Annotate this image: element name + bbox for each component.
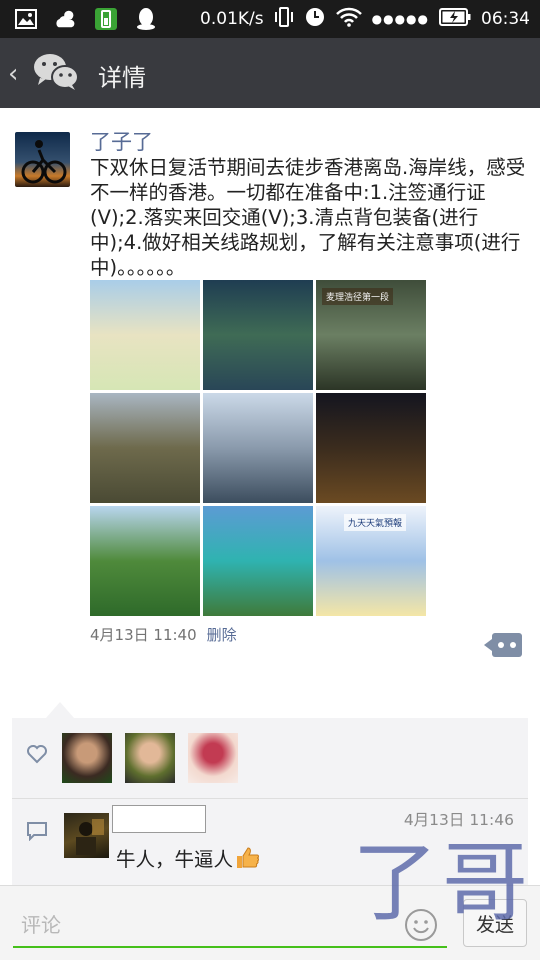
commenter-avatar[interactable] <box>64 813 109 858</box>
photo-trail-sign[interactable]: 麦理浩径第一段 <box>316 280 426 390</box>
battery-app-icon <box>94 7 118 31</box>
comment-time: 4月13日 11:46 <box>403 811 514 829</box>
commenter-name[interactable] <box>112 805 206 833</box>
status-time: 06:34 <box>481 9 530 29</box>
chevron-left-icon: ‹ <box>8 59 19 89</box>
like-avatar-2[interactable] <box>125 733 175 783</box>
comment-text: 牛人，牛逼人 <box>116 843 261 872</box>
photo-weather-forecast[interactable]: 九天天氣預報 <box>316 506 426 616</box>
comment-menu-button[interactable] <box>484 633 522 657</box>
thumbs-up-icon <box>235 845 261 871</box>
watermark-text: 了哥 <box>352 833 532 933</box>
photo-mountain-ridge[interactable] <box>90 393 200 503</box>
like-avatar-3[interactable] <box>188 733 238 783</box>
alarm-icon <box>304 6 326 33</box>
feedback-arrow <box>46 702 74 718</box>
comment-bubble-icon <box>26 821 48 842</box>
photo-camping-tents[interactable] <box>90 506 200 616</box>
heart-icon <box>26 744 48 764</box>
battery-charging-icon <box>439 7 471 31</box>
wifi-icon <box>335 7 362 32</box>
qq-icon <box>134 7 158 31</box>
cloud-sun-icon <box>54 7 78 31</box>
status-bar-right: 0.01K/s ●●●●● 06:34 <box>200 6 530 32</box>
post-date: 4月13日 11:40 <box>90 626 197 644</box>
signal-dots: ●●●●● <box>371 12 429 26</box>
author-name[interactable]: 了子了 <box>90 126 153 156</box>
delete-link[interactable]: 删除 <box>207 624 237 645</box>
photo-caption: 麦理浩径第一段 <box>322 288 394 305</box>
network-speed: 0.01K/s <box>200 9 264 29</box>
photo-night-harbor[interactable] <box>316 393 426 503</box>
photo-caption: 九天天氣預報 <box>344 514 407 531</box>
more-dots-icon <box>498 642 516 648</box>
photo-grid: 麦理浩径第一段九天天氣預報 <box>90 280 426 616</box>
divider <box>12 798 528 799</box>
author-avatar[interactable] <box>15 132 70 187</box>
back-button[interactable]: ‹ <box>8 52 94 96</box>
post-meta: 4月13日 11:40 删除 <box>90 624 237 645</box>
post-text: 下双休日复活节期间去徒步香港离岛.海岸线，感受不一样的香港。一切都在准备中:1.… <box>90 156 526 279</box>
vibrate-icon <box>274 6 294 33</box>
photo-beach-bay[interactable] <box>203 506 313 616</box>
title-bar: ‹ 详情 <box>0 38 540 108</box>
wechat-logo-icon <box>32 52 80 96</box>
image-icon <box>14 7 38 31</box>
comment-content: 牛人，牛逼人 <box>116 848 234 871</box>
photo-map-hk[interactable] <box>90 280 200 390</box>
page-title: 详情 <box>98 64 146 92</box>
status-bar-left <box>14 7 158 31</box>
status-bar: 0.01K/s ●●●●● 06:34 <box>0 0 540 38</box>
photo-map-satellite[interactable] <box>203 280 313 390</box>
photo-city-aerial[interactable] <box>203 393 313 503</box>
like-avatar-1[interactable] <box>62 733 112 783</box>
